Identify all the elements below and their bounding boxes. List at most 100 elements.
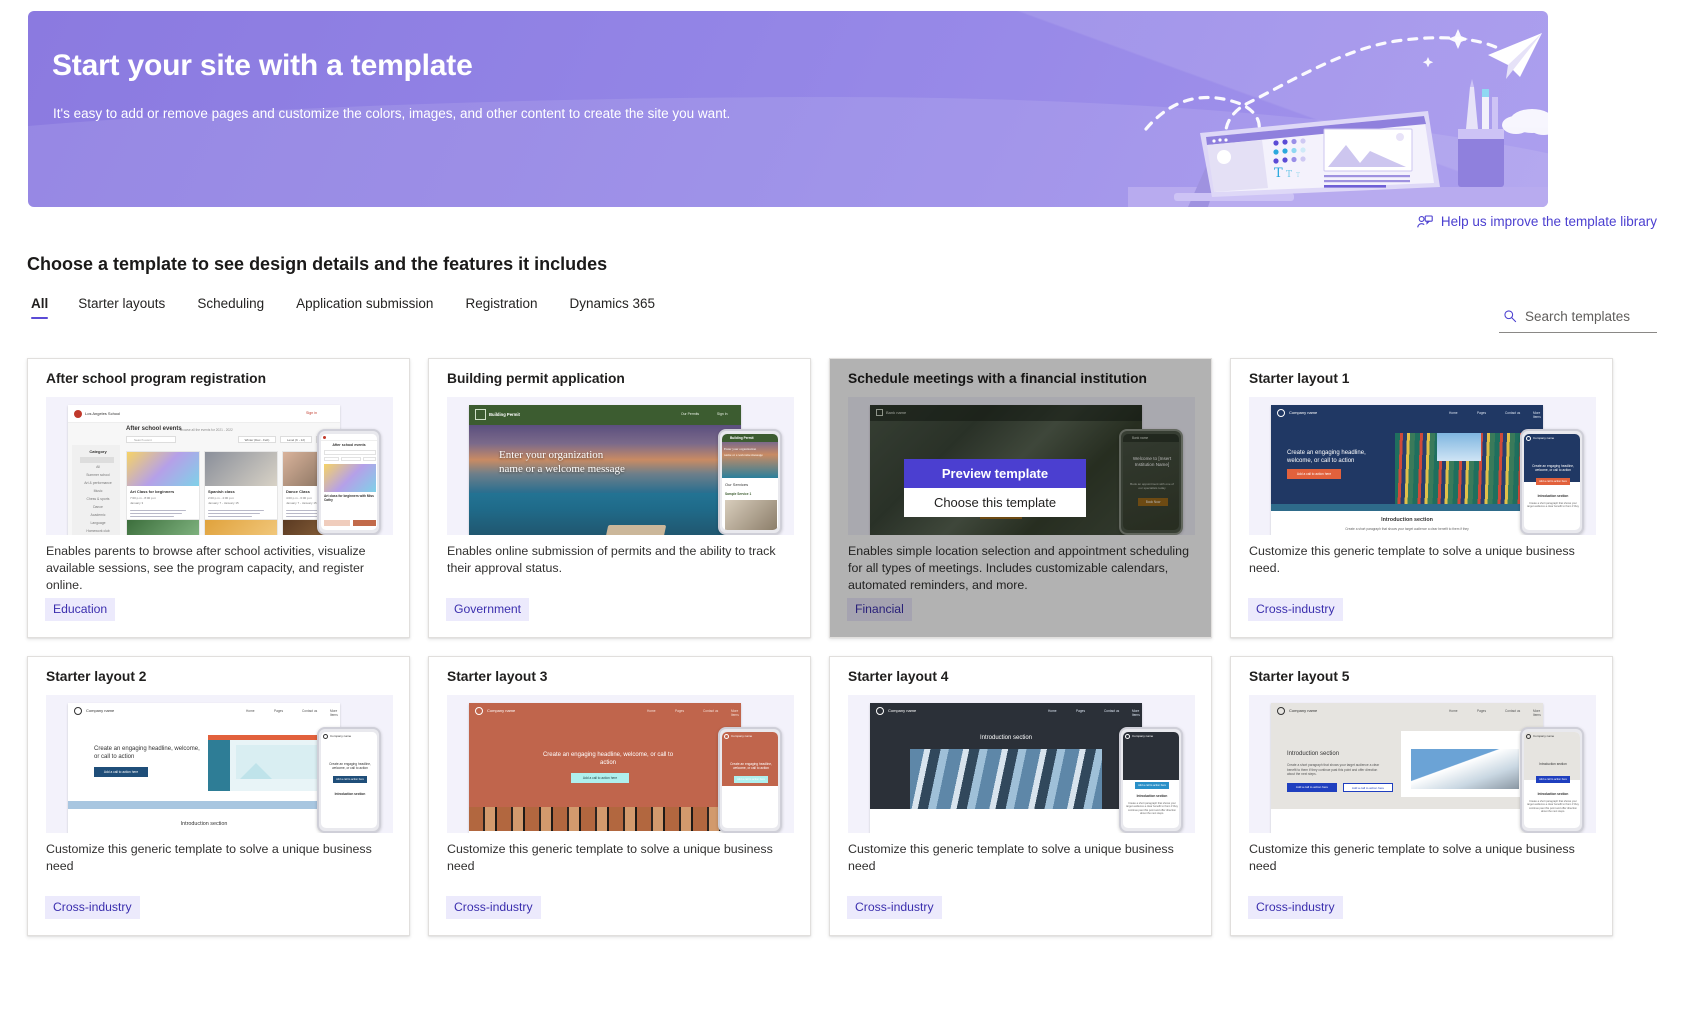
mini-nav-item[interactable]: More Items xyxy=(1132,709,1142,717)
mini-nav-item[interactable]: Contact us xyxy=(302,709,317,713)
choose-this-template-button[interactable]: Choose this template xyxy=(904,488,1086,517)
mini-phone-brand: Company name xyxy=(1533,734,1555,738)
mini-event-time: 2:00 p.m - 4:00 p.m xyxy=(208,496,235,500)
tab-registration[interactable]: Registration xyxy=(449,292,553,323)
mini-sidebar-item: Homework club xyxy=(86,529,110,533)
mini-phone-section: Our Services xyxy=(725,482,749,487)
mini-phone-cta[interactable]: Add a call to action here xyxy=(333,776,367,783)
template-card[interactable]: Building permit application Building Per… xyxy=(428,358,811,638)
mini-nav-item[interactable]: Contact us xyxy=(1104,709,1119,713)
tab-application-submission[interactable]: Application submission xyxy=(280,292,449,323)
mini-cta-button[interactable]: Add a call to action here xyxy=(1287,469,1341,479)
mini-cta-button[interactable]: Add a call to action here xyxy=(571,773,629,783)
mini-phone-cta[interactable]: Add a call to action here xyxy=(1536,478,1570,485)
mini-phone-cta[interactable]: Add a call to action here xyxy=(1536,776,1570,783)
template-card-title: Starter layout 3 xyxy=(447,669,548,684)
mini-event-dates: January 7 - January 15 xyxy=(286,501,317,505)
mini-cta-button[interactable]: Add a call to action here xyxy=(94,767,148,777)
mini-nav-item[interactable]: Contact us xyxy=(1505,411,1520,415)
mini-nav-item[interactable]: Contact us xyxy=(1505,709,1520,713)
template-thumbnail: Company name Home Pages Contact us More Ite… xyxy=(1249,397,1596,535)
feedback-person-icon xyxy=(1417,214,1433,227)
mini-nav-item[interactable]: More Items xyxy=(731,709,741,717)
mini-phone-brand: Company name xyxy=(1132,734,1154,738)
mini-sidebar-item: All xyxy=(96,465,100,469)
card-action-buttons: Preview template Choose this template xyxy=(904,459,1086,517)
mini-nav-item[interactable]: Pages xyxy=(1477,411,1486,415)
mini-nav-item[interactable]: Home xyxy=(1449,709,1458,713)
mini-nav-item[interactable]: More Items xyxy=(1533,709,1543,717)
mini-brand: Company name xyxy=(1289,708,1318,713)
mini-intro-text: Create a short paragraph that shows your… xyxy=(1345,527,1469,531)
mini-phone-cta[interactable]: Add a call to action here xyxy=(734,776,768,783)
mini-phone-brand: Company name xyxy=(1533,436,1555,440)
mini-search-box[interactable]: Search event xyxy=(126,436,176,443)
mini-sidebar-title: Category xyxy=(89,449,107,454)
svg-text:T: T xyxy=(1286,170,1292,180)
mini-nav-item[interactable]: Home xyxy=(647,709,656,713)
mini-filter[interactable]: Level (K - 12) xyxy=(280,436,312,443)
template-card[interactable]: Schedule meetings with a financial insti… xyxy=(829,358,1212,638)
mini-phone-intro-title: Introduction section xyxy=(1537,792,1569,796)
tab-all[interactable]: All xyxy=(27,292,62,323)
mini-nav-item[interactable]: Sign In xyxy=(717,412,728,416)
template-card[interactable]: Starter layout 5 Company name Home Pages C… xyxy=(1230,656,1613,936)
mini-nav-item[interactable]: Pages xyxy=(274,709,283,713)
mini-phone-event: Art class for beginners with Miss Cathy xyxy=(324,494,374,502)
template-thumbnail: Company name Home Pages Contact us More Ite… xyxy=(1249,695,1596,833)
mini-phone-preview: Company name Add a call to action here I… xyxy=(1119,727,1183,833)
mini-desktop-preview: Building Permit Our Permits Sign In Ente… xyxy=(469,405,741,535)
mini-phone-intro-title: Introduction section xyxy=(334,792,366,796)
template-card-title: Starter layout 4 xyxy=(848,669,949,684)
mini-cta-button[interactable]: Add a call to action here xyxy=(1287,783,1337,792)
tab-starter-layouts[interactable]: Starter layouts xyxy=(62,292,181,323)
mini-nav-item[interactable]: Our Permits xyxy=(681,412,699,416)
mini-brand: Building Permit xyxy=(489,412,520,417)
mini-nav-item[interactable]: Pages xyxy=(1477,709,1486,713)
mini-desktop-preview: Company name Home Pages Contact us More Ite… xyxy=(1271,703,1543,833)
mini-phone-intro-text: Create a short paragraph that shows your… xyxy=(1527,502,1579,509)
mini-phone-brand: Company name xyxy=(330,734,352,738)
template-thumbnail: Company name Home Pages Contact us More Ite… xyxy=(447,695,794,833)
mini-nav-item[interactable]: More Items xyxy=(1533,411,1543,419)
preview-template-button[interactable]: Preview template xyxy=(904,459,1086,488)
mini-nav-item[interactable]: Home xyxy=(1449,411,1458,415)
mini-headline: Create an engaging headline, welcome, or… xyxy=(1287,450,1366,464)
mini-filter[interactable]: Winter (Dec - Feb) xyxy=(238,436,276,443)
mini-nav-item[interactable]: More Items xyxy=(330,709,340,717)
mini-nav-item[interactable]: Contact us xyxy=(703,709,718,713)
template-card[interactable]: Starter layout 1 Company name Home Pages C… xyxy=(1230,358,1613,638)
mini-nav-item[interactable]: Home xyxy=(1048,709,1057,713)
mini-nav-item[interactable]: Home xyxy=(246,709,255,713)
tab-dynamics-365[interactable]: Dynamics 365 xyxy=(554,292,672,323)
template-card-tag: Cross-industry xyxy=(1248,598,1343,621)
template-card-description: Customize this generic template to solve… xyxy=(1249,842,1575,873)
mini-intro-title: Introduction section xyxy=(1381,517,1433,523)
search-templates-field[interactable]: Search templates xyxy=(1499,303,1657,333)
hero-banner: Start your site with a template It's eas… xyxy=(28,11,1548,207)
mini-phone-title: After school events xyxy=(332,443,366,447)
mini-phone-hero: Enter your organization xyxy=(724,447,757,451)
template-card-title: Starter layout 2 xyxy=(46,669,147,684)
template-card[interactable]: Starter layout 2 Company name Home Pages C… xyxy=(27,656,410,936)
mini-event-name: Art Class for beginners xyxy=(130,489,175,494)
mini-nav-item[interactable]: Pages xyxy=(675,709,684,713)
tab-scheduling[interactable]: Scheduling xyxy=(181,292,280,323)
mini-nav-item[interactable]: Pages xyxy=(1076,709,1085,713)
mini-intro-title: Introduction section xyxy=(1287,751,1340,757)
mini-phone-intro-title: Introduction section xyxy=(1136,794,1168,798)
mini-sidebar-item: Academic xyxy=(90,513,106,517)
mini-event-dates: January 7 - January 15 xyxy=(208,501,239,505)
template-card[interactable]: Starter layout 4 Company name Home Pages C… xyxy=(829,656,1212,936)
mini-cta-button-secondary[interactable]: Add a call to action here xyxy=(1343,783,1393,792)
mini-phone-preview: Company name Create an engaging headline… xyxy=(317,727,381,833)
mini-sidebar-item: Summer school xyxy=(86,473,110,477)
template-card[interactable]: Starter layout 3 Company name Home Pages C… xyxy=(428,656,811,936)
help-improve-template-library-link[interactable]: Help us improve the template library xyxy=(1417,214,1657,229)
mini-event-dates: January 3 xyxy=(130,501,144,505)
template-thumbnail: Company name Home Pages Contact us More Ite… xyxy=(848,695,1195,833)
mini-sign-in[interactable]: Sign in xyxy=(306,411,317,415)
mini-phone-headline: Create an engaging headline, welcome, or… xyxy=(329,762,371,771)
template-card[interactable]: After school program registration Los An… xyxy=(27,358,410,638)
mini-phone-cta[interactable]: Add a call to action here xyxy=(1135,782,1169,789)
